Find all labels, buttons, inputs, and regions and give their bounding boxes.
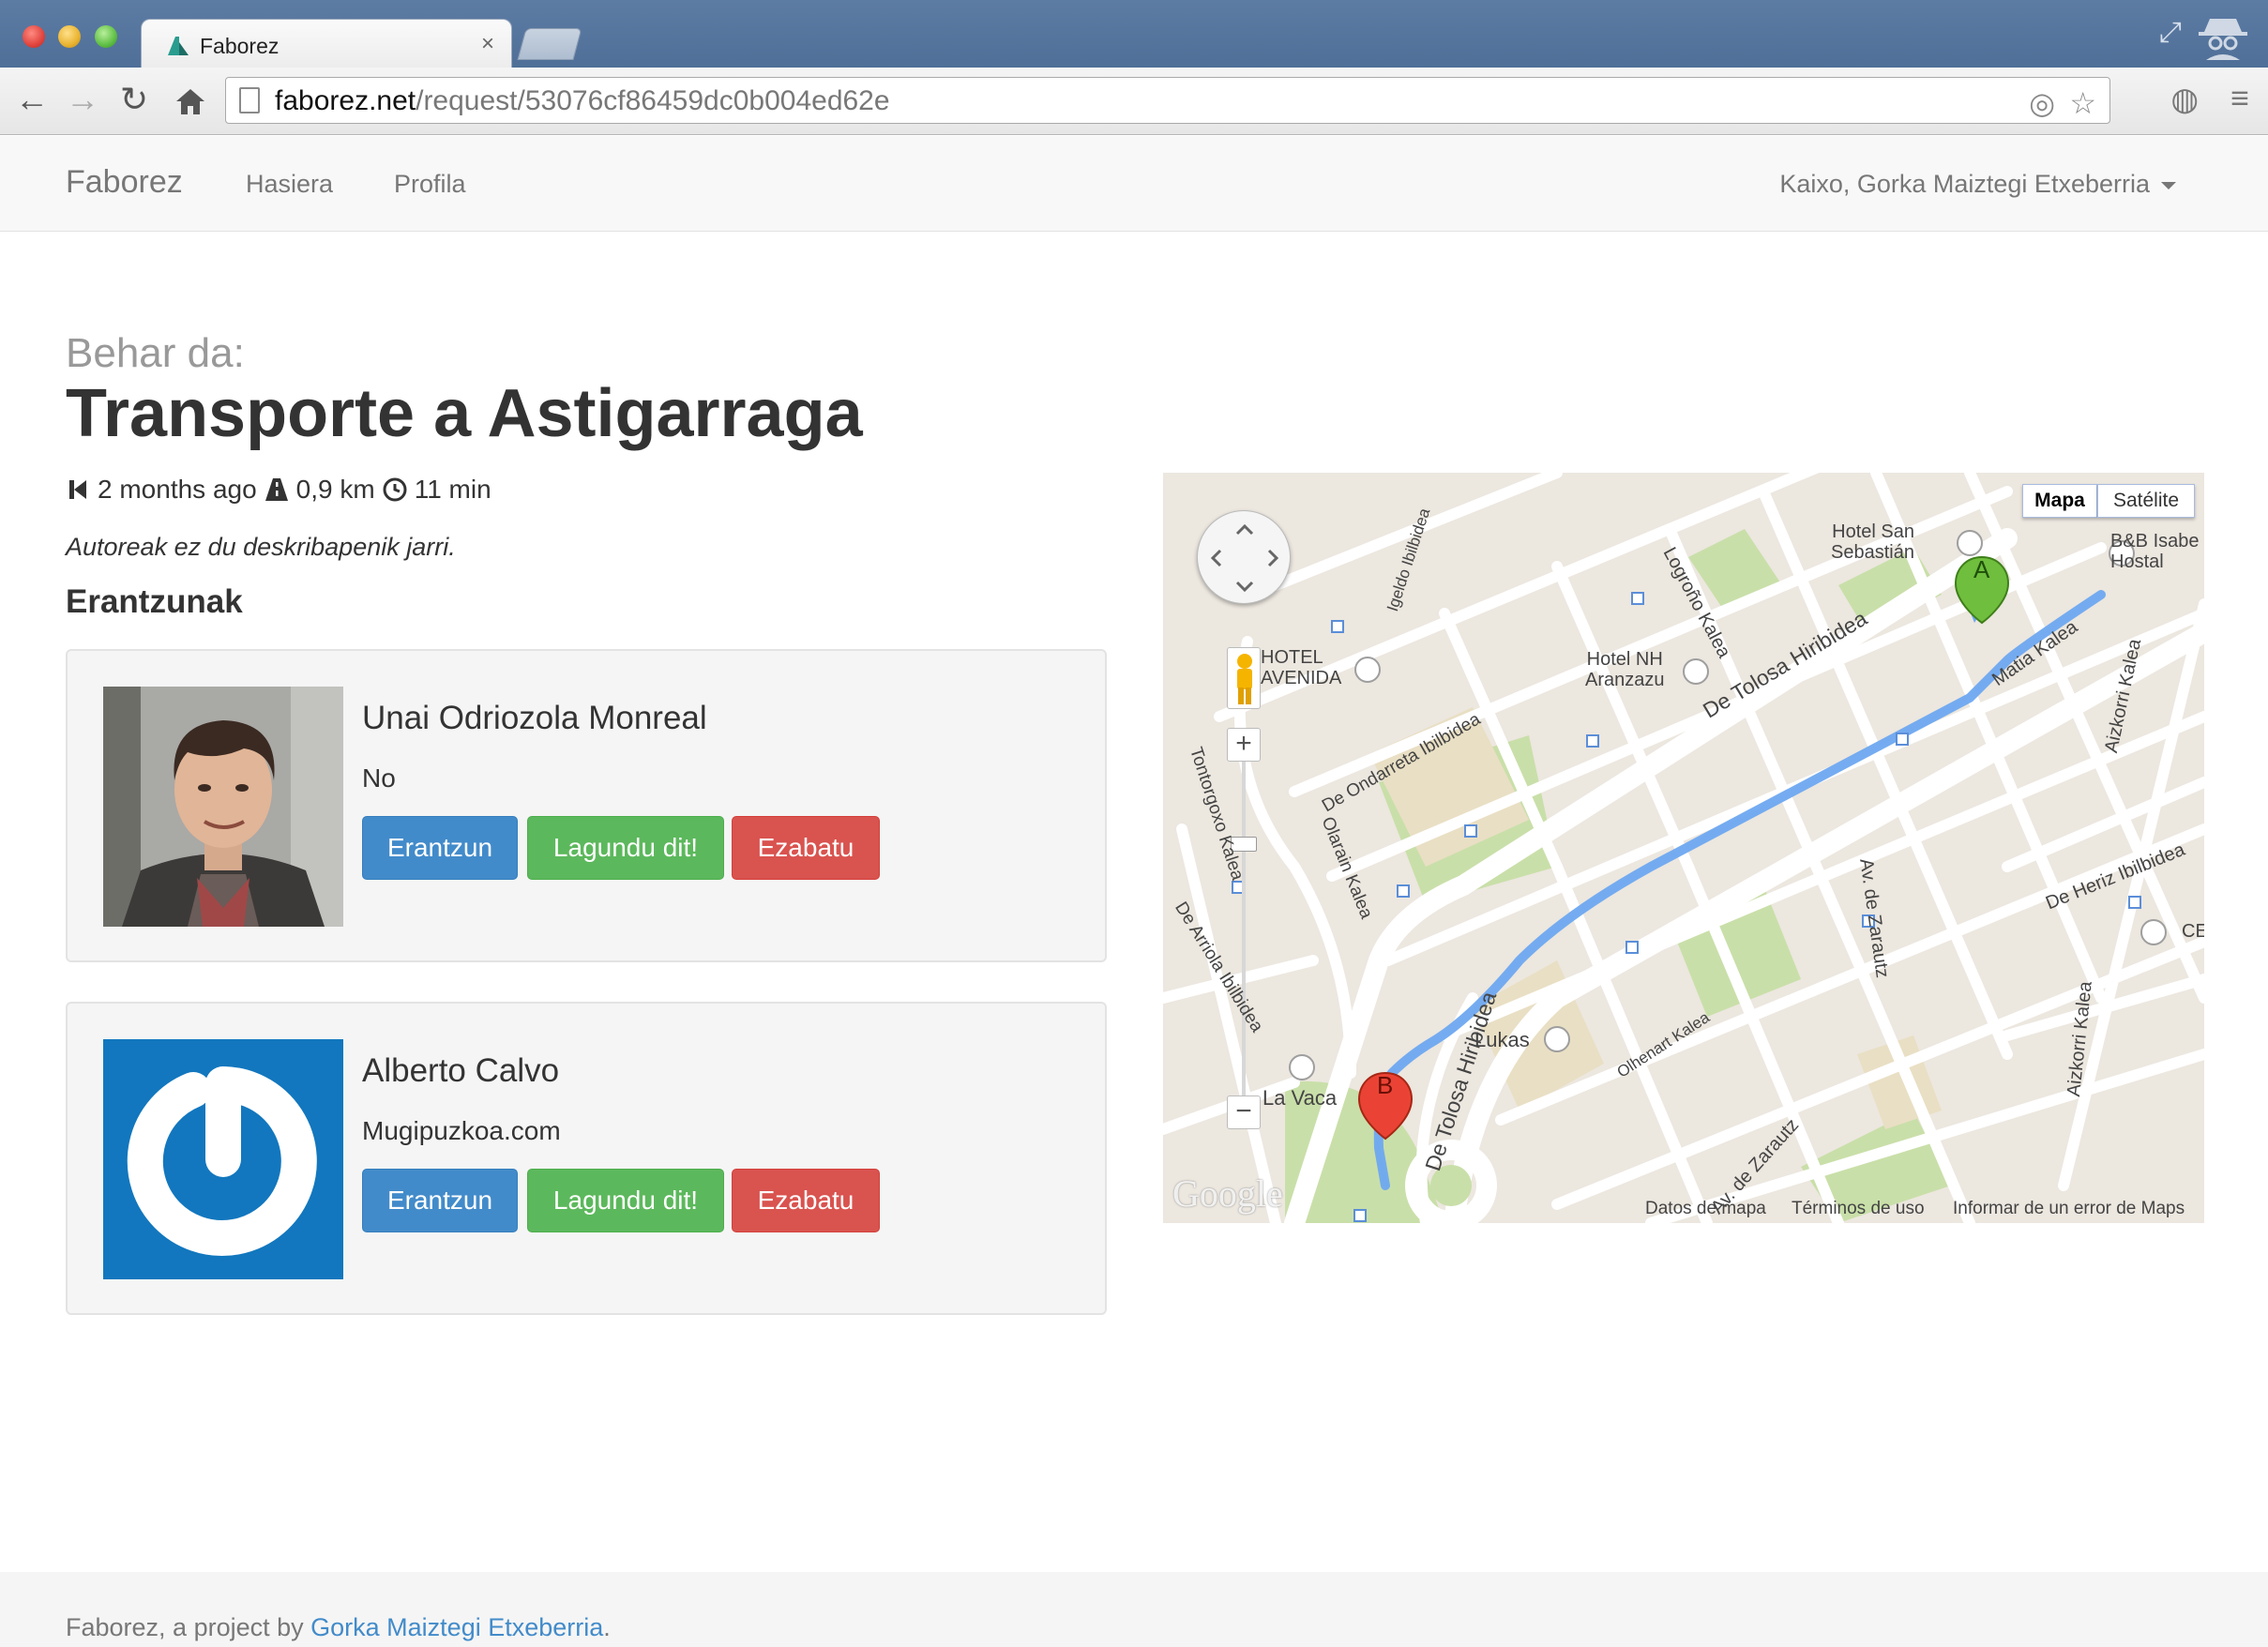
page-icon	[239, 87, 260, 113]
minimize-window-button[interactable]	[58, 25, 81, 48]
route-map[interactable]: + − Mapa Satélite A B Hotel San Sebastiá…	[1163, 473, 2204, 1223]
map-report-error-link[interactable]: Informar de un error de Maps	[1953, 1199, 2185, 1219]
map-type-map-button[interactable]: Mapa	[2022, 484, 2097, 518]
home-icon[interactable]	[174, 86, 206, 116]
nav-link-profila[interactable]: Profila	[394, 170, 466, 199]
delete-button[interactable]: Ezabatu	[732, 1169, 880, 1232]
answers-heading: Erantzunak	[66, 583, 243, 620]
address-bar[interactable]: faborez.net/request/53076cf86459dc0b004e…	[225, 77, 2110, 124]
zoom-slider-track[interactable]	[1242, 754, 1246, 1129]
duration: 11 min	[414, 475, 491, 504]
user-dropdown[interactable]: Kaixo, Gorka Maiztegi Etxeberria	[1779, 170, 2176, 199]
answer-card: Unai Odriozola Monreal No Erantzun Lagun…	[66, 649, 1107, 962]
map-label-bb-hostal: B&B Isabe Hostal	[2110, 531, 2200, 572]
new-tab-button[interactable]	[517, 28, 582, 60]
map-label-hotel-san-sebastian: Hotel San Sebastián	[1831, 521, 1914, 563]
map-terms-link[interactable]: Términos de uso	[1792, 1199, 1925, 1219]
incognito-icon	[2199, 19, 2247, 60]
reload-icon[interactable]: ↻	[120, 81, 148, 118]
nav-link-hasiera[interactable]: Hasiera	[246, 170, 333, 199]
bookmark-star-icon[interactable]: ☆	[2069, 85, 2096, 121]
request-subtitle: Behar da:	[66, 330, 245, 376]
map-label-cei: CEI	[2182, 921, 2204, 942]
helped-button[interactable]: Lagundu dit!	[527, 1169, 724, 1232]
close-window-button[interactable]	[23, 25, 45, 48]
request-description: Autoreak ez du deskribapenik jarri.	[66, 533, 456, 561]
time-ago: 2 months ago	[98, 475, 257, 504]
answerer-name: Unai Odriozola Monreal	[362, 700, 707, 736]
tab-close-icon[interactable]: ×	[481, 31, 494, 57]
url-text[interactable]: faborez.net/request/53076cf86459dc0b004e…	[275, 85, 890, 117]
helped-button[interactable]: Lagundu dit!	[527, 816, 724, 880]
reply-button[interactable]: Erantzun	[362, 816, 518, 880]
page-footer: Faborez, a project by Gorka Maiztegi Etx…	[0, 1572, 2268, 1647]
forward-arrow-icon[interactable]: →	[66, 81, 99, 118]
browser-toolbar: ← → ↻ faborez.net/request/53076cf86459dc…	[0, 68, 2268, 135]
marker-a-label: A	[1973, 555, 1990, 583]
faborez-favicon-icon	[168, 37, 189, 55]
google-logo: Google	[1172, 1172, 1283, 1215]
zoom-out-button[interactable]: −	[1227, 1095, 1261, 1129]
browser-titlebar: Faborez × ⤢	[0, 0, 2268, 69]
avatar	[103, 1039, 343, 1279]
marker-b-label: B	[1377, 1071, 1394, 1099]
answer-text: Mugipuzkoa.com	[362, 1116, 561, 1145]
author-link[interactable]: Gorka Maiztegi Etxeberria	[310, 1613, 603, 1641]
pan-arrows-icon	[1210, 523, 1279, 593]
clock-icon	[383, 477, 407, 502]
brand-link[interactable]: Faborez	[66, 164, 183, 201]
map-label-hotel-avenida: HOTEL AVENIDA	[1261, 647, 1342, 688]
distance: 0,9 km	[295, 475, 375, 504]
reply-button[interactable]: Erantzun	[362, 1169, 518, 1232]
step-backward-icon	[69, 480, 86, 499]
map-data-link[interactable]: Datos de mapa	[1645, 1199, 1766, 1219]
request-title: Transporte a Astigarraga	[66, 376, 863, 451]
delete-button[interactable]: Ezabatu	[732, 816, 880, 880]
fullscreen-icon[interactable]: ⤢	[2159, 17, 2182, 49]
user-greeting: Kaixo, Gorka Maiztegi Etxeberria	[1779, 170, 2150, 198]
tab-title: Faborez	[200, 34, 280, 58]
browser-tab[interactable]: Faborez ×	[141, 19, 512, 69]
answer-card: Alberto Calvo Mugipuzkoa.com Erantzun La…	[66, 1002, 1107, 1315]
menu-hamburger-icon[interactable]: ≡	[2230, 81, 2249, 117]
location-target-icon[interactable]: ◎	[2029, 85, 2055, 121]
road-icon	[265, 478, 288, 501]
back-arrow-icon[interactable]: ←	[15, 81, 49, 118]
zoom-in-button[interactable]: +	[1227, 728, 1261, 762]
street-view-pegman-icon[interactable]	[1227, 647, 1261, 709]
person-photo-avatar	[103, 687, 343, 927]
request-meta: 2 months ago 0,9 km 11 min	[66, 475, 491, 505]
footer-text: Faborez, a project by Gorka Maiztegi Etx…	[66, 1613, 611, 1641]
map-label-hotel-nh: Hotel NH Aranzazu	[1585, 649, 1665, 690]
map-type-satellite-button[interactable]: Satélite	[2097, 484, 2195, 518]
map-pan-control[interactable]	[1197, 510, 1291, 604]
answerer-name: Alberto Calvo	[362, 1052, 560, 1089]
avatar	[103, 687, 343, 927]
map-label-la-vaca: La Vaca	[1263, 1086, 1338, 1110]
answer-text: No	[362, 763, 396, 793]
caret-down-icon	[2161, 181, 2176, 189]
globe-extension-icon[interactable]: ◍	[2170, 81, 2199, 118]
site-navbar: Faborez Hasiera Profila Kaixo, Gorka Mai…	[0, 136, 2268, 232]
gravatar-logo-avatar	[103, 1039, 343, 1279]
zoom-window-button[interactable]	[95, 25, 117, 48]
